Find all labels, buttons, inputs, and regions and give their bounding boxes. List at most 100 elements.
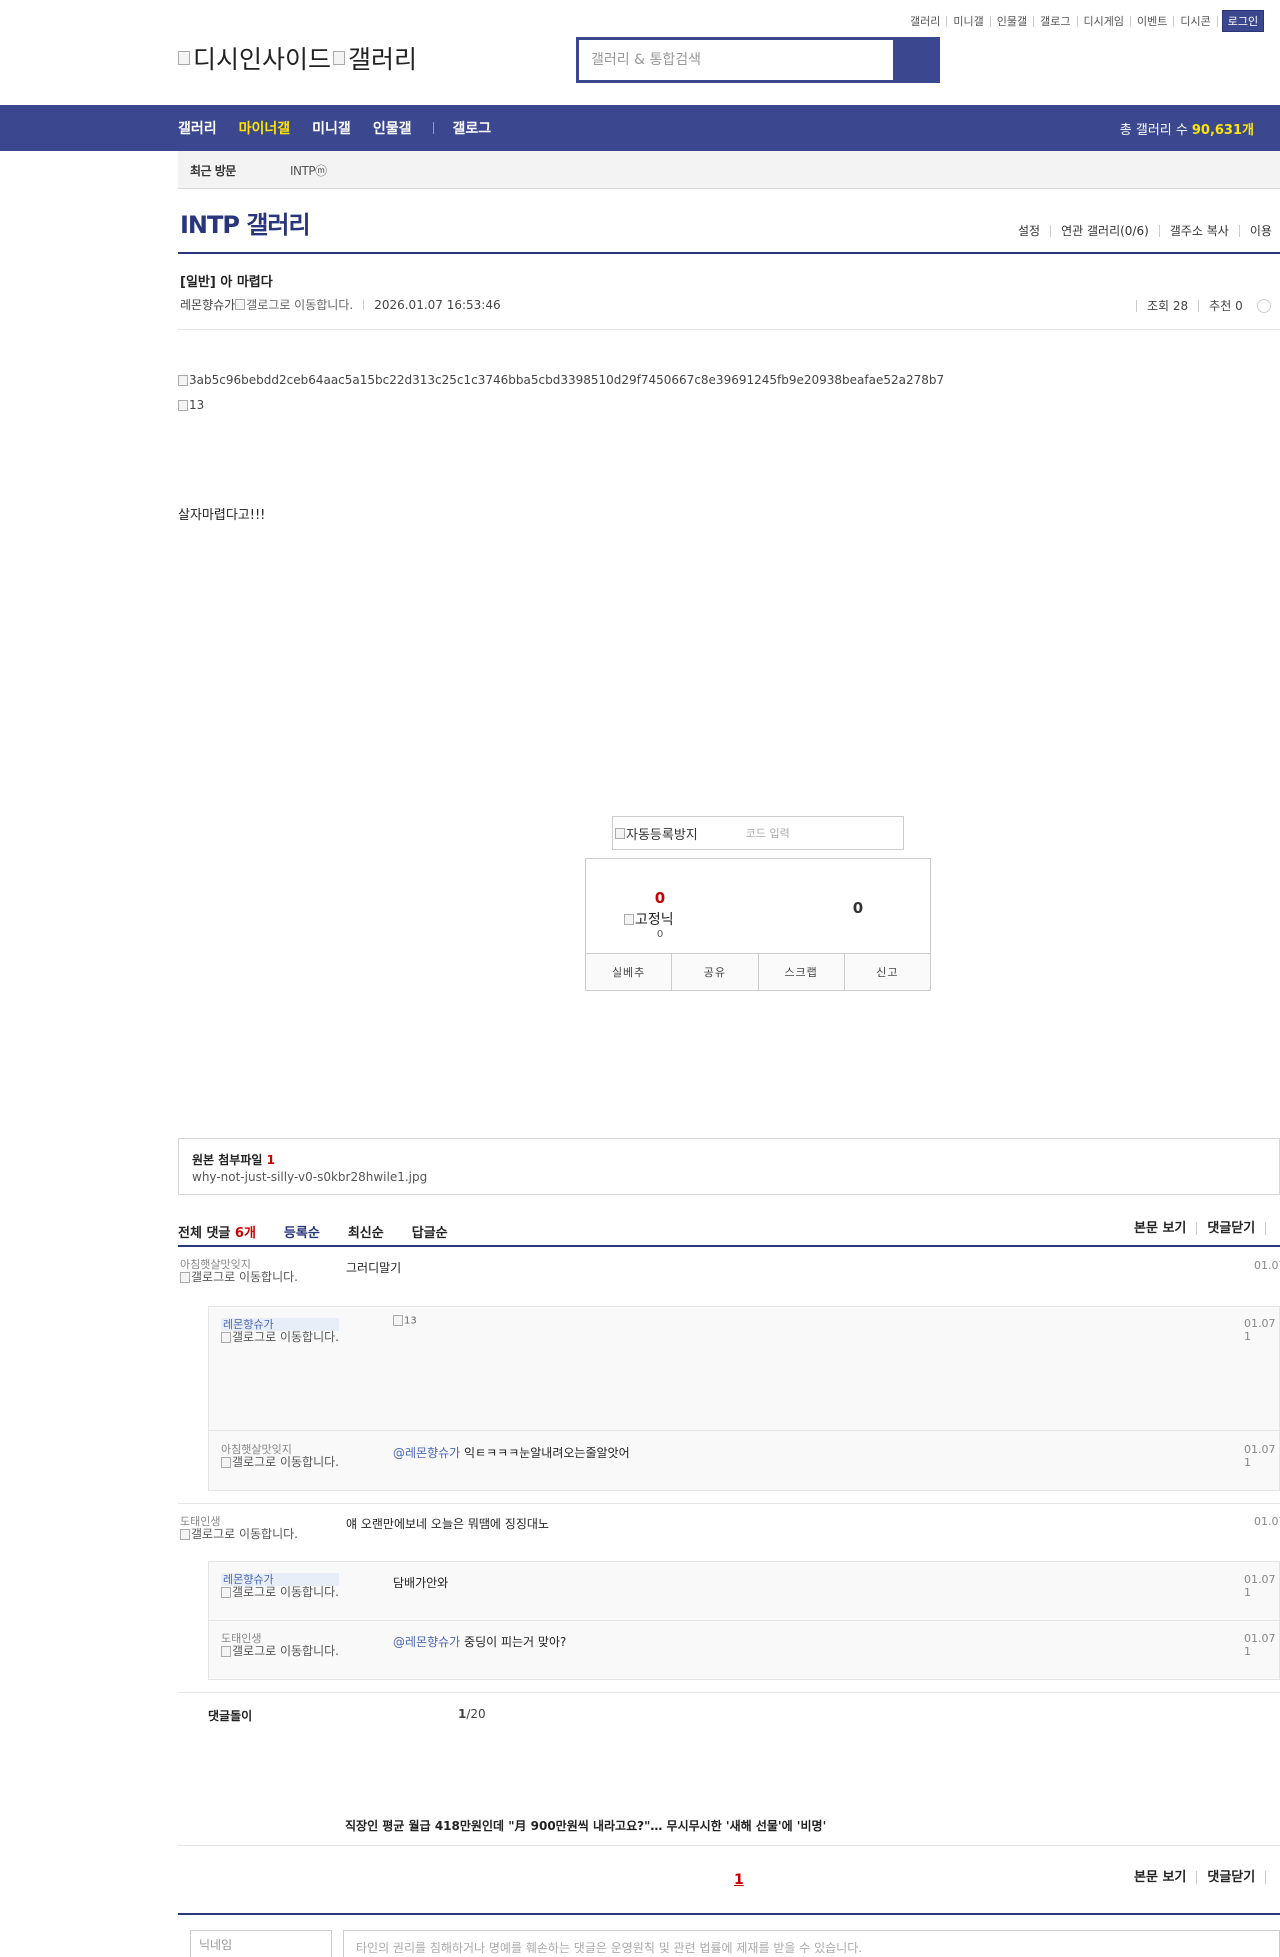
comment-divider (178, 1245, 1280, 1247)
news-headline-link[interactable]: 직장인 평균 월급 418만원인데 "月 900만원씩 내라고요?"… 무시무시… (345, 1817, 826, 1834)
total-comments-label: 전체 댓글 (178, 1226, 231, 1241)
gallery-settings-link[interactable]: 설정 (1008, 225, 1050, 237)
scrap-button[interactable]: 스크랩 (757, 954, 844, 990)
post-image-2-alt: 13 (189, 398, 205, 412)
broken-image-icon (180, 1272, 190, 1283)
broken-image-icon (624, 913, 634, 925)
site-logo[interactable]: 디시인사이드 갤러리 (178, 40, 417, 76)
more-options-icon[interactable] (1256, 299, 1271, 313)
mention[interactable]: @레몬향슈가 (393, 1635, 460, 1649)
reply-4-date: 01.07 1 (1244, 1632, 1276, 1658)
comment-more-button[interactable] (1265, 1222, 1280, 1235)
headline-divider (178, 1845, 1280, 1846)
comment-page-current[interactable]: 1 (734, 1872, 744, 1888)
silbe-recommend-button[interactable]: 실베추 (586, 954, 671, 990)
sort-replies[interactable]: 답글순 (412, 1222, 448, 1241)
broken-image-icon (221, 1587, 231, 1598)
attachment-box (178, 1138, 1280, 1195)
toplink-persongall[interactable]: 인물갤 (991, 15, 1035, 27)
usage-link[interactable]: 이용 (1238, 225, 1280, 237)
sort-latest[interactable]: 최신순 (348, 1222, 384, 1241)
captcha-input[interactable] (745, 826, 886, 840)
main-nav: 갤러리 마이너갤 미니갤 인물갤 갤로그 (178, 105, 513, 151)
logo-text-dcinside: 디시인사이드 (193, 45, 332, 74)
logo-text-gallery: 갤러리 (348, 45, 418, 74)
nav-mini-gallery[interactable]: 미니갤 (312, 118, 351, 138)
search-box (576, 37, 940, 83)
gallog-alt: 갤로그로 이동합니다. (232, 1330, 339, 1344)
total-comments: 전체 댓글 6개 (178, 1222, 256, 1241)
post-image-2: 13 (178, 398, 204, 412)
downvote-count[interactable]: 0 (840, 899, 876, 917)
recent-visit-label[interactable]: 최근 방문 (190, 162, 236, 179)
reply-group-1 (208, 1306, 1280, 1491)
login-button[interactable]: 로그인 (1221, 10, 1265, 32)
comment-gallog-link[interactable]: 갤로그로 이동합니다. (221, 1331, 339, 1343)
comment-gallog-link[interactable]: 갤로그로 이동합니다. (180, 1271, 298, 1283)
reply-4-body: 중딩이 피는거 맞아? (464, 1635, 567, 1649)
nav-gallery[interactable]: 갤러리 (178, 118, 217, 138)
recommend-count[interactable]: 0 (640, 889, 680, 907)
sort-registered[interactable]: 등록순 (284, 1222, 320, 1241)
copy-gallery-address-link[interactable]: 갤주소 복사 (1158, 225, 1239, 237)
nickname-input[interactable] (190, 1930, 332, 1957)
toplink-gallog[interactable]: 갤로그 (1034, 15, 1078, 27)
comment-row-divider (178, 1503, 1280, 1504)
comment-gallog-link[interactable]: 갤로그로 이동합니다. (180, 1528, 298, 1540)
comment-1-date: 01.07 (1254, 1259, 1280, 1272)
comment-gallog-link[interactable]: 갤로그로 이동합니다. (221, 1586, 339, 1598)
nav-gallog[interactable]: 갤로그 (452, 118, 491, 138)
comment-row-divider (178, 1692, 1280, 1693)
comment-textarea[interactable] (343, 1930, 1280, 1957)
reply-3-text: 담배가안와 (393, 1576, 449, 1590)
nav-person-gallery[interactable]: 인물갤 (373, 118, 412, 138)
view-body-button[interactable]: 본문 보기 (1124, 1222, 1196, 1235)
nav-divider (433, 122, 435, 134)
reply-1-image-alt: 13 (404, 1315, 417, 1327)
recent-visit-bar (178, 151, 1280, 189)
gallog-alt: 갤로그로 이동합니다. (232, 1585, 339, 1599)
gallery-title[interactable]: INTP 갤러리 (180, 205, 311, 240)
gallog-alt: 갤로그로 이동합니다. (191, 1527, 298, 1541)
post-author-gallog-link[interactable]: 갤로그로 이동합니다. (246, 296, 353, 313)
close-comments-button-bottom[interactable]: 댓글닫기 (1196, 1871, 1265, 1884)
toplink-event[interactable]: 이벤트 (1131, 15, 1175, 27)
comment-tabs: 전체 댓글 6개 등록순 최신순 답글순 (178, 1222, 476, 1241)
mention[interactable]: @레몬향슈가 (393, 1446, 460, 1460)
broken-image-icon (221, 1332, 231, 1343)
reply-2-date: 01.07 1 (1244, 1443, 1276, 1469)
nav-minor-gallery[interactable]: 마이너갤 (239, 118, 291, 138)
broken-image-icon (235, 299, 246, 310)
share-button[interactable]: 공유 (671, 954, 757, 990)
toplink-minigall[interactable]: 미니갤 (947, 15, 991, 27)
broken-image-icon (221, 1457, 231, 1468)
reply-1-author: 레몬향슈가 갤로그로 이동합니다. (221, 1318, 339, 1343)
fixnick-alt: 고정닉 (635, 912, 674, 928)
reply-3-author: 레몬향슈가 갤로그로 이동합니다. (221, 1573, 339, 1598)
attachment-file-link[interactable]: why-not-just-silly-v0-s0kbr28hwile1.jpg (192, 1170, 427, 1184)
related-gallery-link[interactable]: 연관 갤러리(0/6) (1050, 225, 1159, 237)
report-button[interactable]: 신고 (843, 954, 930, 990)
post-image-1: 3ab5c96bebdd2ceb64aac5a15bc22d313c25c1c3… (178, 373, 944, 387)
toplink-dcgame[interactable]: 디시게임 (1078, 15, 1131, 27)
search-button[interactable] (893, 40, 937, 80)
post-recommend: 추천 0 (1198, 300, 1253, 312)
toplink-gallery[interactable]: 갤러리 (904, 15, 948, 27)
close-comments-button[interactable]: 댓글닫기 (1196, 1222, 1265, 1235)
reply-divider (209, 1620, 1279, 1621)
broken-image-icon (178, 400, 188, 411)
comment-more-button-bottom[interactable] (1265, 1871, 1280, 1884)
broken-image-icon (178, 51, 190, 65)
comment-actions: 본문 보기 댓글닫기 (1124, 1222, 1280, 1235)
comment-gallog-link[interactable]: 갤로그로 이동합니다. (221, 1645, 339, 1657)
comment-gallog-link[interactable]: 갤로그로 이동합니다. (221, 1456, 339, 1468)
post-views: 조회 28 (1136, 300, 1198, 312)
toplink-dccon[interactable]: 디시콘 (1174, 15, 1218, 27)
gallog-alt: 갤로그로 이동합니다. (232, 1644, 339, 1658)
post-author[interactable]: 레몬향슈가 (180, 296, 235, 313)
recent-visit-item[interactable]: INTPⓜ (290, 162, 327, 179)
comment-bot-page-total: /20 (466, 1707, 486, 1721)
view-body-button-bottom[interactable]: 본문 보기 (1124, 1871, 1196, 1884)
total-comments-count: 6개 (234, 1226, 256, 1241)
search-input[interactable] (579, 40, 893, 80)
